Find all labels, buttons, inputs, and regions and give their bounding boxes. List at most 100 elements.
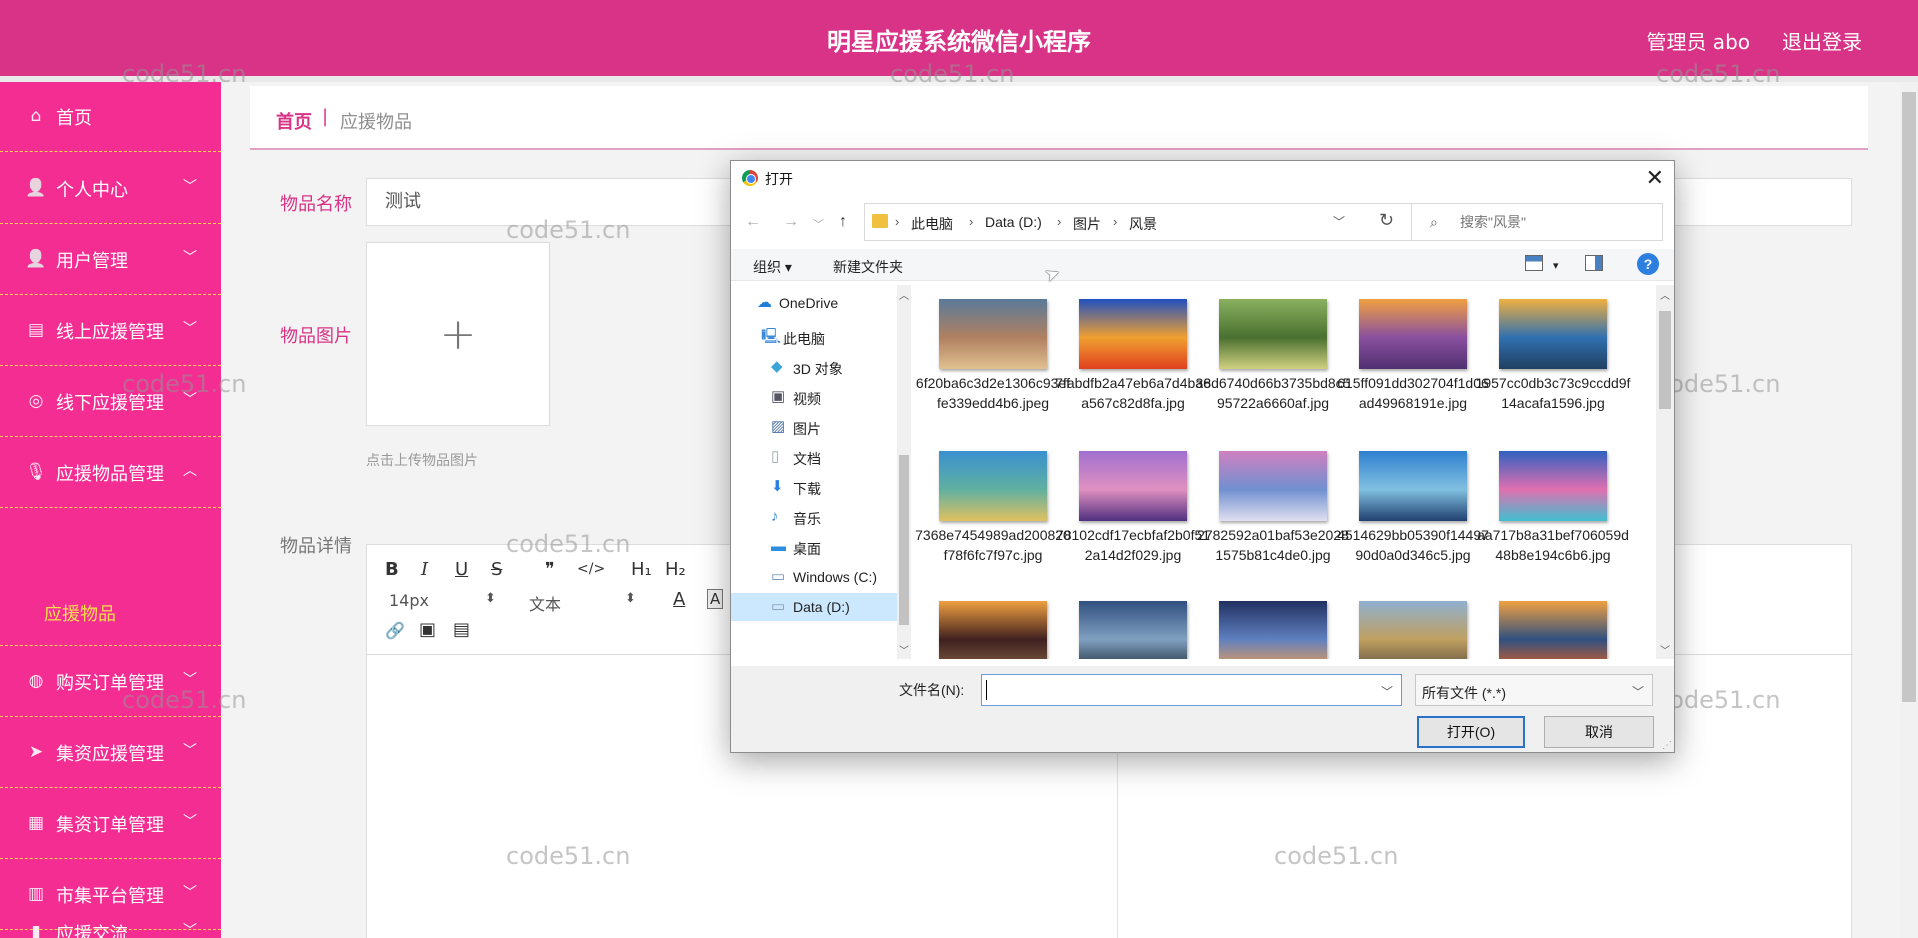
up-arrow-icon[interactable]: ↑ — [839, 213, 847, 231]
sidebar-item[interactable]: ▤ 线上应援管理 ﹀ — [0, 296, 221, 366]
file-item[interactable]: 38d6740d66b3735bd8c595722a6660af.jpg — [1195, 289, 1350, 439]
file-item[interactable]: 4514629bb05390f1449790d0a0d346c5.jpg — [1335, 441, 1489, 591]
sidebar-item[interactable]: ◍ 购买订单管理 ﹀ — [0, 647, 221, 717]
view-options-arrow-icon[interactable]: ▾ — [1553, 259, 1559, 272]
chevron-down-icon[interactable]: ﹀ — [183, 811, 197, 831]
open-button[interactable]: 打开(O) — [1417, 716, 1525, 748]
preview-pane-icon[interactable] — [1585, 255, 1603, 271]
nav-item[interactable]: ▣ 视频 — [731, 383, 897, 411]
address-dropdown-icon[interactable]: ﹀ — [1333, 213, 1345, 230]
recent-locations-icon[interactable]: ﹀ — [813, 216, 824, 232]
nav-item[interactable]: ◆ 3D 对象 — [731, 353, 897, 381]
file-item[interactable] — [1475, 591, 1613, 659]
scroll-up-icon[interactable]: ︿ — [899, 287, 909, 302]
cancel-button[interactable]: 取消 — [1544, 716, 1654, 748]
path-segment-pc[interactable]: 此电脑 — [911, 214, 953, 234]
forward-arrow-icon[interactable]: → — [783, 213, 799, 231]
chevron-down-icon[interactable]: ﹀ — [183, 920, 197, 938]
file-item[interactable]: 6f20ba6c3d2e1306c93effe339edd4b6.jpeg — [915, 289, 1070, 439]
file-item[interactable]: 7fabdfb2a47eb6a7d4ba6a567c82d8fa.jpg — [1055, 289, 1211, 439]
file-item[interactable] — [1195, 591, 1333, 659]
new-folder-button[interactable]: 新建文件夹 — [833, 257, 903, 277]
refresh-icon[interactable]: ↻ — [1379, 210, 1394, 231]
nav-item[interactable]: ♪ 音乐 — [731, 503, 897, 531]
quote-icon[interactable]: ❞ — [545, 559, 555, 580]
chevron-down-icon[interactable]: ﹀ — [183, 389, 197, 409]
filename-input[interactable]: ﹀ — [981, 674, 1402, 706]
file-item[interactable]: 615ff091dd302704f1d06ad49968191e.jpg — [1335, 289, 1489, 439]
submenu-item[interactable]: 应援物品 — [0, 576, 221, 646]
link-icon[interactable]: 🔗 — [385, 621, 405, 640]
nav-item[interactable]: ⬇ 下载 — [731, 473, 897, 501]
nav-item[interactable]: ▨ 图片 — [731, 413, 897, 441]
organize-button[interactable]: 组织 ▾ — [753, 257, 792, 277]
file-item[interactable]: 78102cdf17ecbfaf2b0f512a14d2f029.jpg — [1055, 441, 1210, 591]
dialog-titlebar[interactable]: 打开 ✕ — [731, 161, 1674, 195]
path-segment-pictures[interactable]: 图片 — [1073, 214, 1101, 234]
nav-scrollbar-thumb[interactable] — [899, 455, 909, 625]
scroll-up-icon[interactable]: ︿ — [1660, 287, 1670, 302]
files-scrollbar-thumb[interactable] — [1659, 311, 1671, 409]
italic-button[interactable]: I — [421, 559, 428, 580]
sidebar-item[interactable]: 🎙 应援物品管理 ︿ — [0, 438, 221, 508]
font-size-select[interactable]: 14px — [389, 591, 429, 610]
video-icon[interactable]: ▤ — [453, 619, 470, 640]
nav-scrollbar[interactable]: ︿ ﹀ — [897, 285, 911, 659]
code-icon[interactable]: </> — [577, 561, 605, 577]
nav-item[interactable]: 🖳 此电脑 — [731, 323, 897, 351]
file-item[interactable] — [1055, 591, 1193, 659]
file-item[interactable]: 1957cc0db3c73c9ccdd9f14acafa1596.jpg — [1475, 289, 1630, 439]
files-scrollbar[interactable]: ︿ ﹀ — [1656, 285, 1674, 659]
logout-link[interactable]: 退出登录 — [1782, 26, 1862, 55]
heading2-button[interactable]: H₂ — [665, 559, 686, 580]
file-item[interactable]: 2782592a01baf53e20281575b81c4de0.jpg — [1195, 441, 1349, 591]
sidebar-item[interactable]: ▦ 集资订单管理 ﹀ — [0, 789, 221, 859]
search-input[interactable] — [1460, 212, 1650, 232]
font-color-icon[interactable]: A — [673, 589, 685, 610]
help-icon[interactable]: ? — [1637, 253, 1659, 275]
submenu-item-label[interactable]: 应援物品 — [44, 600, 116, 626]
sidebar-item[interactable]: ➤ 集资应援管理 ﹀ — [0, 718, 221, 788]
nav-item[interactable]: ▯ 文档 — [731, 443, 897, 471]
path-segment-data[interactable]: Data (D:) — [985, 214, 1042, 230]
view-mode-icon[interactable] — [1525, 255, 1543, 271]
file-item[interactable] — [1335, 591, 1473, 659]
font-size-arrow-icon[interactable]: ⬍ — [485, 591, 496, 606]
strikethrough-button[interactable]: S — [491, 559, 502, 580]
close-icon[interactable]: ✕ — [1646, 165, 1664, 191]
sidebar-item[interactable]: ◎ 线下应援管理 ﹀ — [0, 367, 221, 437]
sidebar-item[interactable]: ⌂ 首页 — [0, 82, 221, 152]
path-segment-scenery[interactable]: 风景 — [1129, 214, 1157, 234]
resize-grip-icon[interactable]: ⋰ — [1662, 740, 1672, 751]
scroll-down-icon[interactable]: ﹀ — [1660, 642, 1670, 657]
breadcrumb-home[interactable]: 首页 — [276, 108, 312, 134]
chevron-down-icon[interactable]: ﹀ — [183, 247, 197, 267]
chevron-up-icon[interactable]: ︿ — [183, 460, 197, 480]
chevron-down-icon[interactable]: ﹀ — [183, 669, 197, 689]
sidebar-item[interactable]: ▮ 应援交流 ﹀ — [0, 898, 221, 938]
bold-button[interactable]: B — [385, 559, 399, 580]
nav-item[interactable]: ☁ OneDrive — [731, 289, 897, 317]
chevron-down-icon[interactable]: ﹀ — [183, 740, 197, 760]
file-type-select[interactable]: 所有文件 (*.*) ﹀ — [1415, 674, 1653, 706]
file-item[interactable] — [915, 591, 1053, 659]
background-color-icon[interactable]: A — [707, 589, 724, 609]
text-style-select[interactable]: 文本 — [529, 591, 561, 615]
heading1-button[interactable]: H₁ — [631, 559, 652, 580]
chevron-down-icon[interactable]: ﹀ — [183, 318, 197, 338]
sidebar-item[interactable]: 👤 个人中心 ﹀ — [0, 154, 221, 224]
image-upload-button[interactable]: + — [366, 242, 550, 426]
underline-button[interactable]: U — [455, 559, 468, 580]
nav-item[interactable]: ▭ Data (D:) — [731, 593, 897, 621]
chevron-down-icon[interactable]: ﹀ — [1632, 683, 1644, 700]
sidebar-item[interactable]: 👤 用户管理 ﹀ — [0, 225, 221, 295]
nav-item[interactable]: ▬ 桌面 — [731, 533, 897, 561]
chevron-down-icon[interactable]: ﹀ — [183, 176, 197, 196]
scroll-down-icon[interactable]: ﹀ — [899, 642, 909, 657]
file-item[interactable]: aa717b8a31bef706059d48b8e194c6b6.jpg — [1475, 441, 1629, 591]
page-scrollbar-thumb[interactable] — [1902, 92, 1916, 702]
chevron-down-icon[interactable]: ﹀ — [1381, 683, 1393, 700]
file-item[interactable]: 7368e7454989ad200820f78f6fc7f97c.jpg — [915, 441, 1071, 591]
page-scrollbar[interactable] — [1900, 82, 1918, 938]
image-icon[interactable]: ▣ — [419, 619, 436, 640]
